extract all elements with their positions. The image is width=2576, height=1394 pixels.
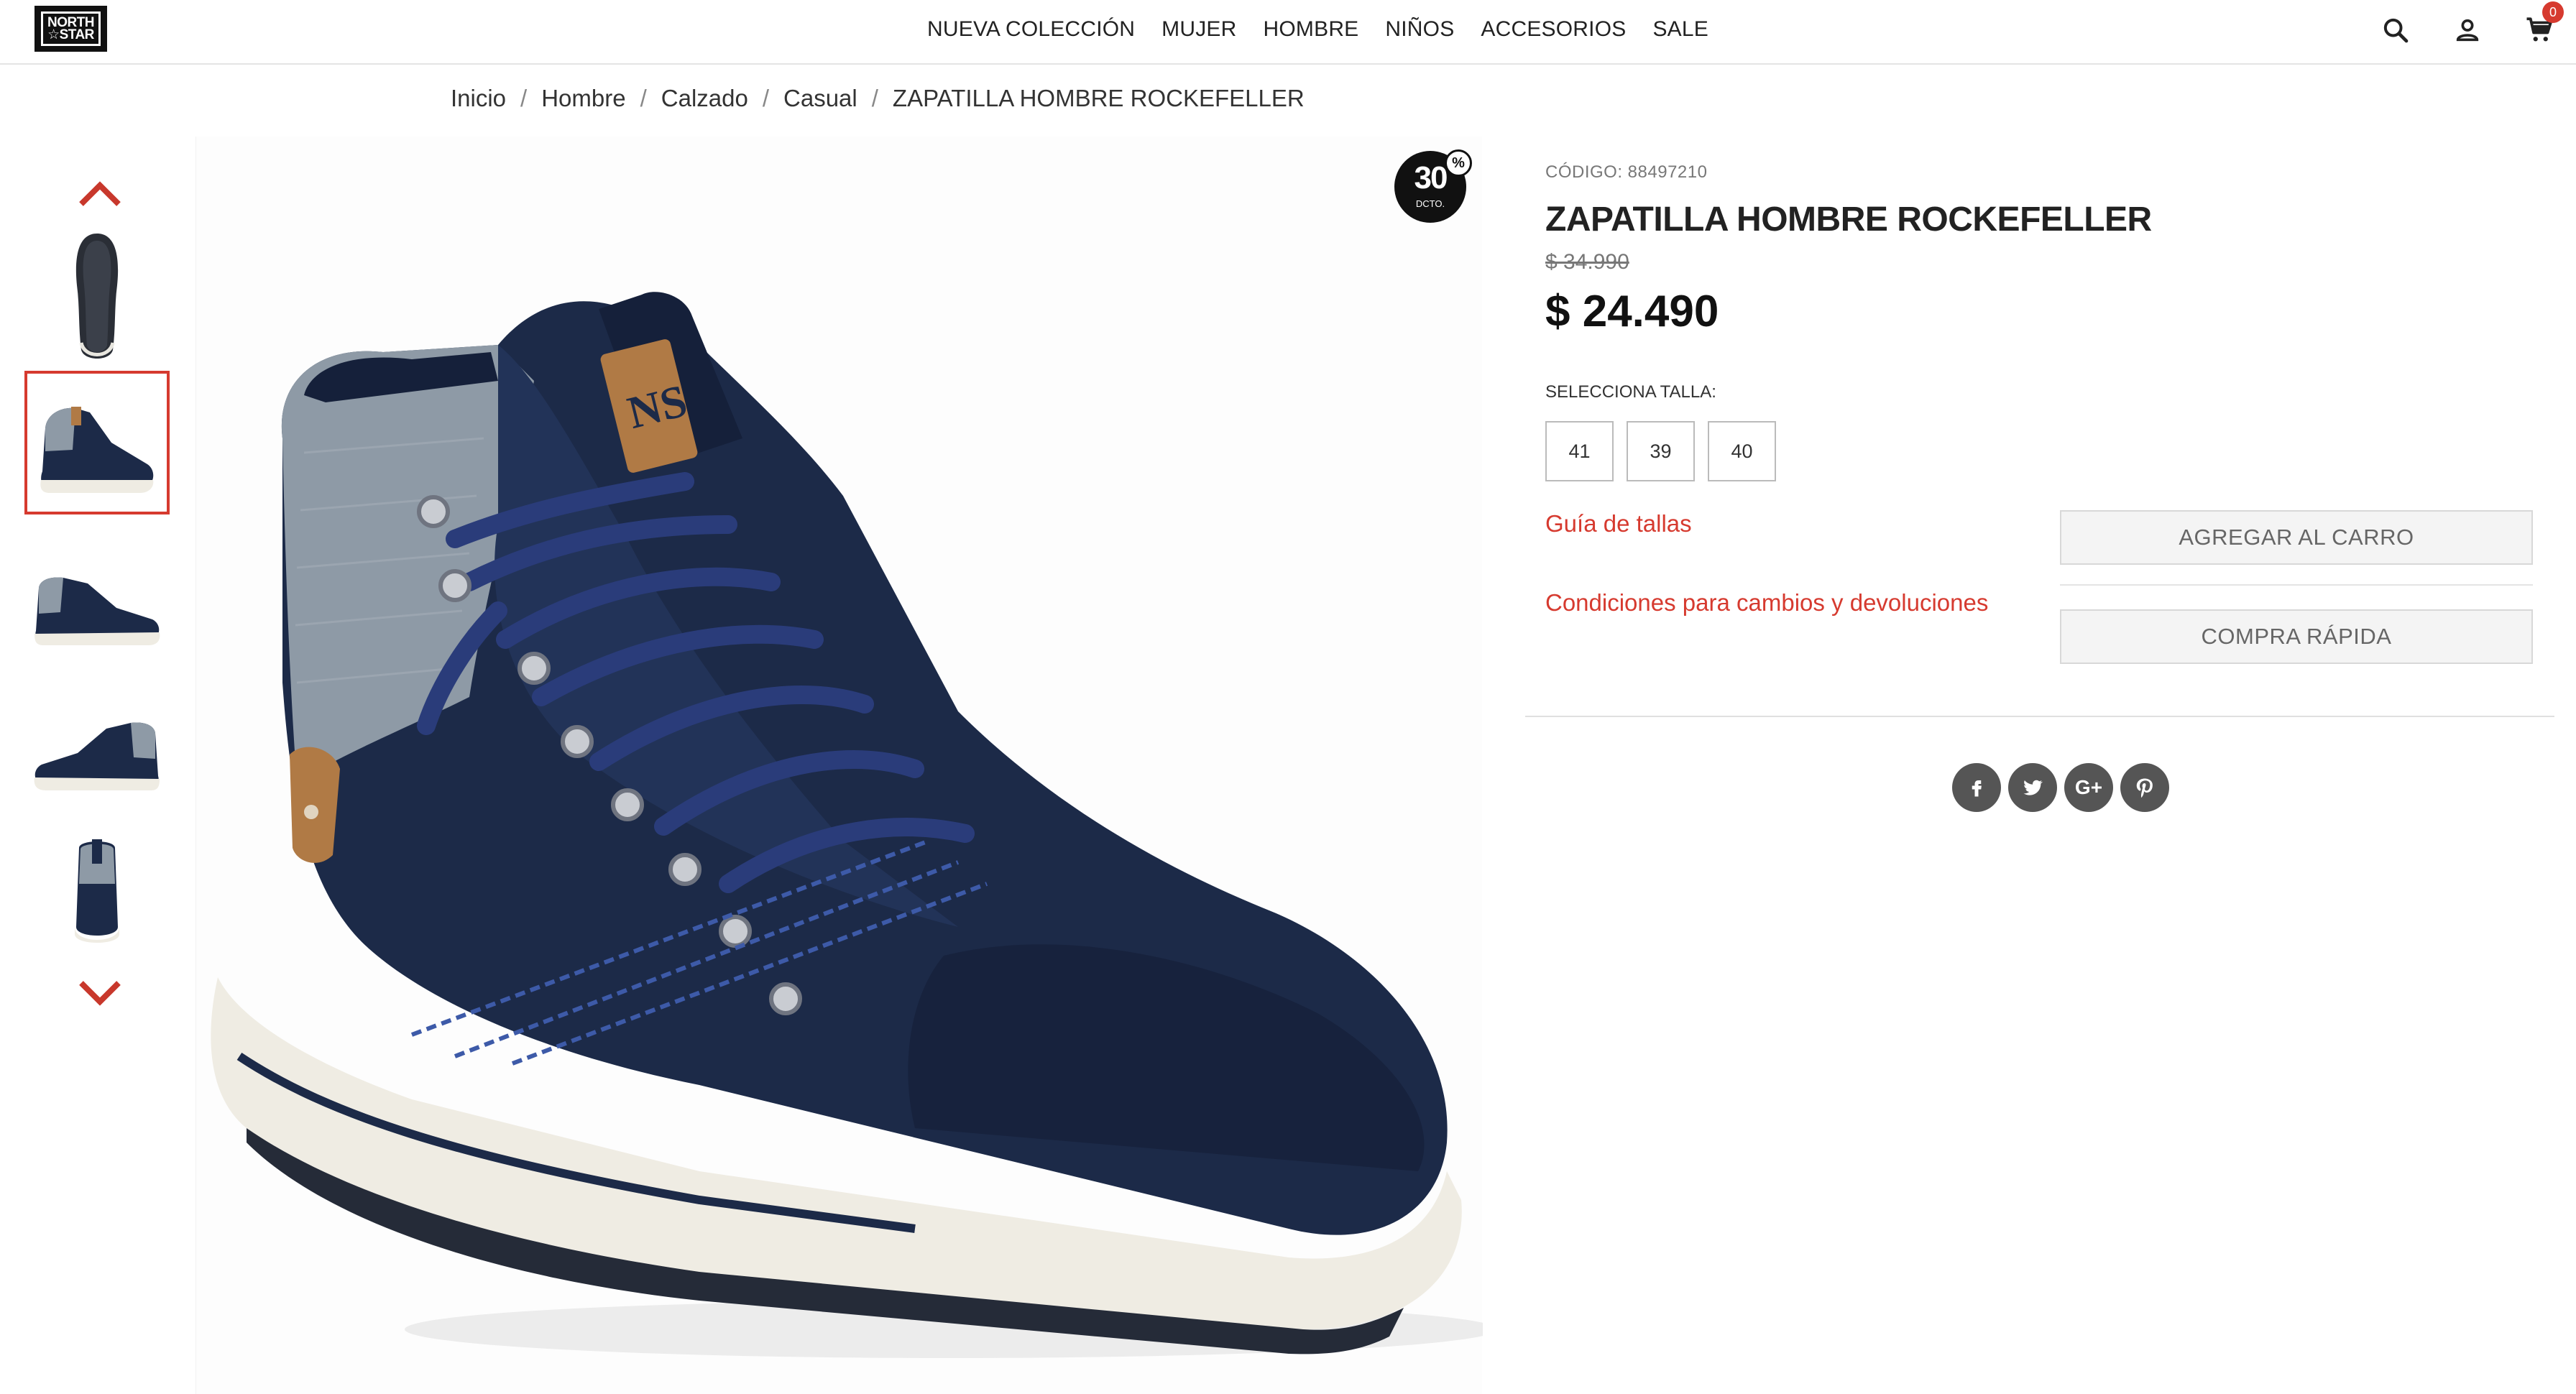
facebook-icon [1972,780,1982,797]
old-price: $ 34.990 [1545,250,1629,274]
pinterest-icon [2136,778,2153,798]
logo-line-2: ☆STAR [47,27,94,42]
size-label: SELECCIONA TALLA: [1545,382,1716,402]
chevron-down-icon [79,981,121,1006]
nav-item-ninos[interactable]: NIÑOS [1385,17,1454,42]
main-nav: NUEVA COLECCIÓN MUJER HOMBRE NIÑOS ACCES… [927,0,1735,59]
current-price: $ 24.490 [1545,287,1719,336]
breadcrumb-separator: / [640,85,647,111]
thumbnail-side-view[interactable] [24,371,170,514]
size-option-40[interactable]: 40 [1708,421,1776,481]
discount-label: DCTO. [1415,198,1445,209]
nav-item-accesorios[interactable]: ACCESORIOS [1481,17,1626,42]
size-selector: 41 39 40 [1545,421,1776,481]
thumbnail-sole-view[interactable] [24,224,170,368]
facebook-share-button[interactable] [1952,763,2001,812]
site-header: NORTH ☆STAR NUEVA COLECCIÓN MUJER HOMBRE… [0,0,2576,65]
thumbnail-down-arrow[interactable] [77,979,123,1007]
google-plus-share-button[interactable]: G+ [2064,763,2113,812]
nav-item-nueva-coleccion[interactable]: NUEVA COLECCIÓN [927,17,1135,42]
breadcrumb-current: ZAPATILLA HOMBRE ROCKEFELLER [892,85,1305,111]
breadcrumb-separator: / [520,85,528,111]
nav-item-mujer[interactable]: MUJER [1162,17,1236,42]
divider [1525,716,2554,717]
product-title: ZAPATILLA HOMBRE ROCKEFELLER [1545,200,2152,239]
shoe-back-image [75,839,119,943]
shoe-side-image [40,407,154,493]
cart-count-badge: 0 [2542,1,2564,23]
thumbnail-back-view[interactable] [24,819,170,963]
nav-item-sale[interactable]: SALE [1652,17,1708,42]
breadcrumb-hombre[interactable]: Hombre [541,85,625,112]
google-plus-icon: G+ [2074,776,2103,798]
breadcrumb-separator: / [871,85,878,111]
main-product-image[interactable]: NS [196,137,1497,1394]
north-star-logo[interactable]: NORTH ☆STAR [34,6,107,52]
twitter-icon [2023,780,2043,795]
twitter-share-button[interactable] [2008,763,2057,812]
percent-icon: % [1445,149,1472,177]
sneaker-image: NS [211,292,1497,1358]
breadcrumb-separator: / [762,85,770,111]
thumbnail-up-arrow[interactable] [77,180,123,208]
shoe-inner-side-image [34,722,160,790]
user-icon[interactable] [2452,14,2483,46]
size-guide-link[interactable]: Guía de tallas [1545,510,1692,537]
size-option-39[interactable]: 39 [1627,421,1695,481]
search-icon[interactable] [2380,14,2411,46]
quick-buy-button[interactable]: COMPRA RÁPIDA [2060,609,2533,664]
thumbnail-outer-side-view[interactable] [24,530,170,674]
thumbnail-inner-side-view[interactable] [24,675,170,819]
shoe-outer-side-image [34,577,160,645]
chevron-up-icon [79,181,121,206]
add-to-cart-button[interactable]: AGREGAR AL CARRO [2060,510,2533,565]
logo-text: NORTH ☆STAR [40,11,101,46]
share-buttons: G+ [1952,763,2169,812]
breadcrumb-casual[interactable]: Casual [783,85,857,112]
nav-item-hombre[interactable]: HOMBRE [1264,17,1359,42]
breadcrumb-inicio[interactable]: Inicio [451,85,506,112]
shoe-sole-image [75,234,119,359]
product-code: CÓDIGO: 88497210 [1545,162,1708,182]
returns-conditions-link[interactable]: Condiciones para cambios y devoluciones [1545,589,1988,617]
divider [2060,584,2533,586]
pinterest-share-button[interactable] [2120,763,2169,812]
size-option-41[interactable]: 41 [1545,421,1614,481]
breadcrumb: Inicio / Hombre / Calzado / Casual / ZAP… [451,85,1305,112]
breadcrumb-calzado[interactable]: Calzado [661,85,748,112]
